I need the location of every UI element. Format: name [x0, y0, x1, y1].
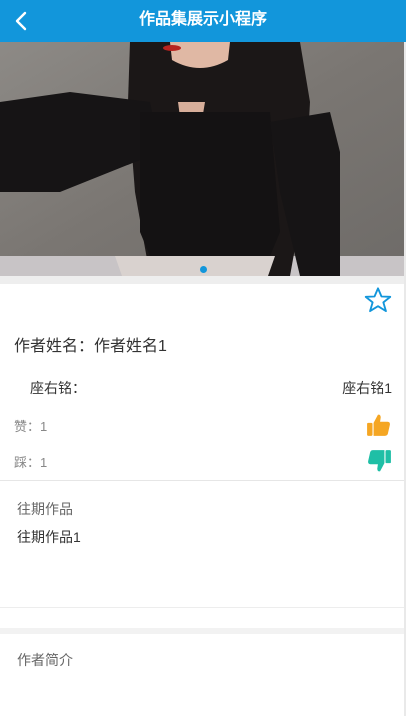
carousel-indicators [0, 266, 406, 274]
motto-label: 座右铭： [30, 380, 86, 396]
thumbs-up-icon [367, 414, 390, 436]
page-title: 作品集展示小程序 [138, 11, 267, 28]
past-work-item[interactable]: 往期作品1 [17, 527, 81, 547]
like-row: 赞：1 [14, 412, 392, 440]
dislike-count: 踩：1 [14, 455, 48, 470]
past-works-section: 往期作品 往期作品1 [0, 481, 406, 608]
past-works-title: 往期作品 [17, 501, 73, 517]
like-count: 赞：1 [14, 419, 48, 434]
motto-value: 座右铭1 [342, 380, 392, 396]
section-divider [0, 276, 406, 284]
favorite-button[interactable] [364, 286, 392, 314]
nav-bar: 作品集展示小程序 [0, 0, 406, 42]
star-outline-icon [364, 287, 392, 313]
like-button[interactable] [366, 412, 392, 438]
author-intro-section: 作者简介 [0, 634, 406, 716]
work-photo [0, 42, 406, 276]
thumbs-down-icon [368, 450, 391, 472]
author-info-card: 作者姓名：作者姓名1 座右铭： 座右铭1 赞：1 踩：1 [0, 284, 406, 481]
dislike-row: 踩：1 [14, 448, 392, 476]
carousel-dot-active[interactable] [199, 266, 207, 273]
author-intro-title: 作者简介 [17, 652, 73, 668]
dislike-button[interactable] [366, 448, 392, 474]
work-image-carousel[interactable] [0, 42, 406, 276]
author-name: 作者姓名：作者姓名1 [14, 338, 167, 355]
